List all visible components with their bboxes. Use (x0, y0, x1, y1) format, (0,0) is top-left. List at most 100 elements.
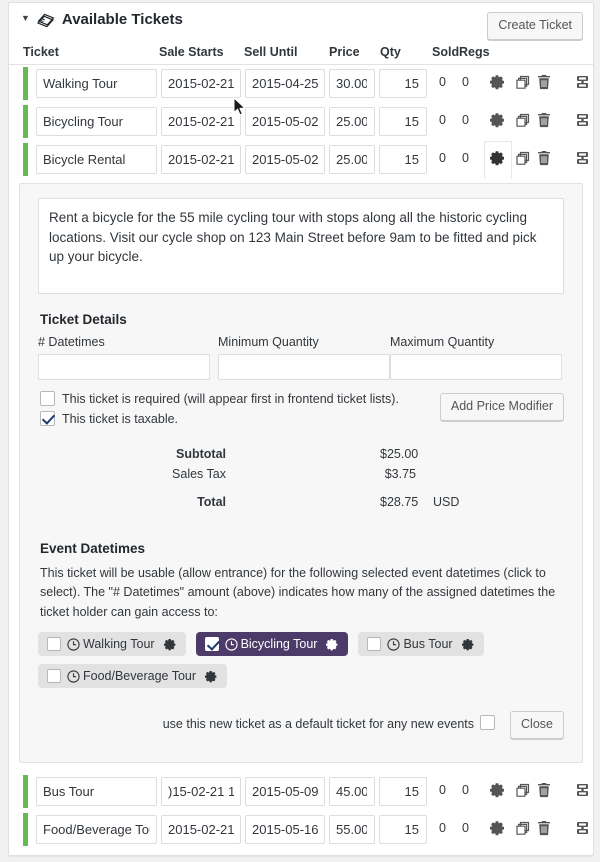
drag-handle-icon[interactable] (575, 782, 590, 798)
totals-block: Subtotal $25.00 Sales Tax $3.75 Total $2… (38, 445, 564, 523)
drag-handle-icon[interactable] (575, 820, 590, 836)
subtotal-label: Subtotal (176, 447, 226, 461)
sale-starts-input[interactable] (161, 69, 241, 98)
sold-count: 0 (439, 783, 446, 798)
max-quantity-field: Maximum Quantity (390, 335, 562, 380)
datetime-chip-food-beverage-tour[interactable]: Food/Beverage Tour (38, 664, 228, 689)
create-ticket-button[interactable]: Create Ticket (487, 12, 583, 40)
gear-icon[interactable] (205, 670, 218, 683)
datetime-chip-bicycling-tour[interactable]: Bicycling Tour (195, 632, 349, 657)
table-row[interactable]: 0 0 (9, 65, 593, 103)
currency-code: USD (433, 495, 460, 509)
clock-icon (224, 637, 238, 651)
default-ticket-checkbox[interactable] (480, 715, 495, 731)
price-input[interactable] (329, 145, 375, 174)
drag-handle-icon[interactable] (575, 74, 590, 90)
sale-starts-input[interactable] (161, 777, 241, 807)
table-row[interactable]: 0 0 (9, 811, 593, 849)
sell-until-input[interactable] (245, 107, 325, 136)
max-quantity-input[interactable] (390, 354, 562, 380)
gear-icon[interactable] (163, 638, 177, 651)
trash-icon[interactable] (537, 782, 551, 798)
column-header-sale-starts: Sale Starts (159, 45, 224, 59)
subtotal-value: $25.00 (380, 447, 419, 461)
chip-checkbox[interactable] (47, 669, 61, 684)
column-header-sell-until: Sell Until (244, 45, 298, 59)
ticket-name-input[interactable] (36, 107, 157, 136)
gear-icon[interactable] (490, 74, 506, 90)
sale-starts-input[interactable] (161, 107, 241, 136)
ticket-name-input[interactable] (36, 69, 157, 98)
gear-icon[interactable] (326, 638, 339, 651)
copy-icon[interactable] (515, 782, 531, 798)
price-input[interactable] (329, 815, 375, 845)
qty-input[interactable] (379, 69, 427, 98)
qty-input[interactable] (379, 145, 427, 174)
ticket-name-input[interactable] (36, 777, 157, 807)
qty-input[interactable] (379, 777, 427, 807)
datetime-chip-walking-tour[interactable]: Walking Tour (38, 632, 186, 657)
sold-count: 0 (439, 113, 446, 127)
copy-icon[interactable] (515, 820, 531, 836)
price-input[interactable] (329, 107, 375, 136)
sold-count: 0 (439, 151, 446, 165)
add-price-modifier-button[interactable]: Add Price Modifier (439, 393, 564, 421)
ticket-details-fields: # Datetimes Minimum Quantity Maximum Qua… (38, 335, 564, 387)
max-quantity-label: Maximum Quantity (390, 335, 495, 349)
column-header-regs: Regs (459, 45, 490, 59)
copy-icon[interactable] (515, 74, 531, 90)
sell-until-input[interactable] (245, 815, 325, 845)
gear-icon[interactable] (490, 150, 506, 166)
trash-icon[interactable] (537, 150, 551, 166)
qty-input[interactable] (379, 815, 427, 845)
total-value: $28.75 (380, 495, 419, 509)
ticket-name-input[interactable] (36, 815, 157, 845)
copy-icon[interactable] (515, 112, 531, 128)
column-header-qty: Qty (380, 45, 401, 59)
datetimes-input[interactable] (38, 354, 210, 380)
chip-checkbox[interactable] (367, 637, 382, 652)
qty-input[interactable] (379, 107, 427, 136)
taxable-checkbox[interactable] (40, 411, 55, 426)
ticket-name-input[interactable] (36, 145, 157, 174)
min-quantity-input[interactable] (218, 354, 390, 380)
trash-icon[interactable] (537, 820, 551, 836)
sell-until-input[interactable] (245, 777, 325, 807)
required-checkbox[interactable] (40, 391, 55, 406)
datetime-chip-bus-tour[interactable]: Bus Tour (358, 632, 484, 657)
clock-icon (387, 637, 401, 651)
regs-count: 0 (462, 151, 469, 165)
gear-icon[interactable] (490, 112, 506, 128)
gear-icon[interactable] (490, 782, 506, 798)
taxable-checkbox-row[interactable]: This ticket is taxable. (40, 411, 178, 426)
sale-starts-input[interactable] (161, 815, 241, 845)
drag-handle-icon[interactable] (575, 112, 590, 128)
table-row-active[interactable]: 0 0 (9, 141, 593, 179)
sell-until-input[interactable] (245, 145, 325, 174)
page-root: ▼ Available Tickets Create Ticket Ticket… (0, 0, 600, 862)
price-input[interactable] (329, 777, 375, 807)
trash-icon[interactable] (537, 112, 551, 128)
trash-icon[interactable] (537, 74, 551, 90)
table-row[interactable]: 0 0 (9, 773, 593, 811)
chip-row-1: Walking Tour Bicycling Tour Bus Tour (38, 632, 564, 657)
gear-icon[interactable] (490, 820, 506, 836)
gear-icon[interactable] (461, 638, 475, 651)
chip-label: Bus Tour (403, 637, 453, 652)
tickets-table: Ticket Sale Starts Sell Until Price Qty … (9, 43, 593, 855)
drag-handle-icon[interactable] (575, 150, 590, 166)
chip-checkbox[interactable] (204, 637, 219, 652)
required-checkbox-row[interactable]: This ticket is required (will appear fir… (40, 391, 399, 406)
event-datetime-chips: Walking Tour Bicycling Tour Bus Tour Foo… (38, 632, 564, 689)
sell-until-input[interactable] (245, 69, 325, 98)
copy-icon[interactable] (515, 150, 531, 166)
price-input[interactable] (329, 69, 375, 98)
collapse-caret-icon[interactable]: ▼ (21, 14, 30, 23)
chip-checkbox[interactable] (47, 637, 61, 652)
ticket-description-textarea[interactable]: Rent a bicycle for the 55 mile cycling t… (38, 198, 564, 294)
table-row[interactable]: 0 0 (9, 103, 593, 141)
default-ticket-label: use this new ticket as a default ticket … (162, 717, 474, 732)
sale-starts-input[interactable] (161, 145, 241, 174)
sold-count: 0 (439, 75, 446, 89)
close-button[interactable]: Close (510, 711, 564, 740)
